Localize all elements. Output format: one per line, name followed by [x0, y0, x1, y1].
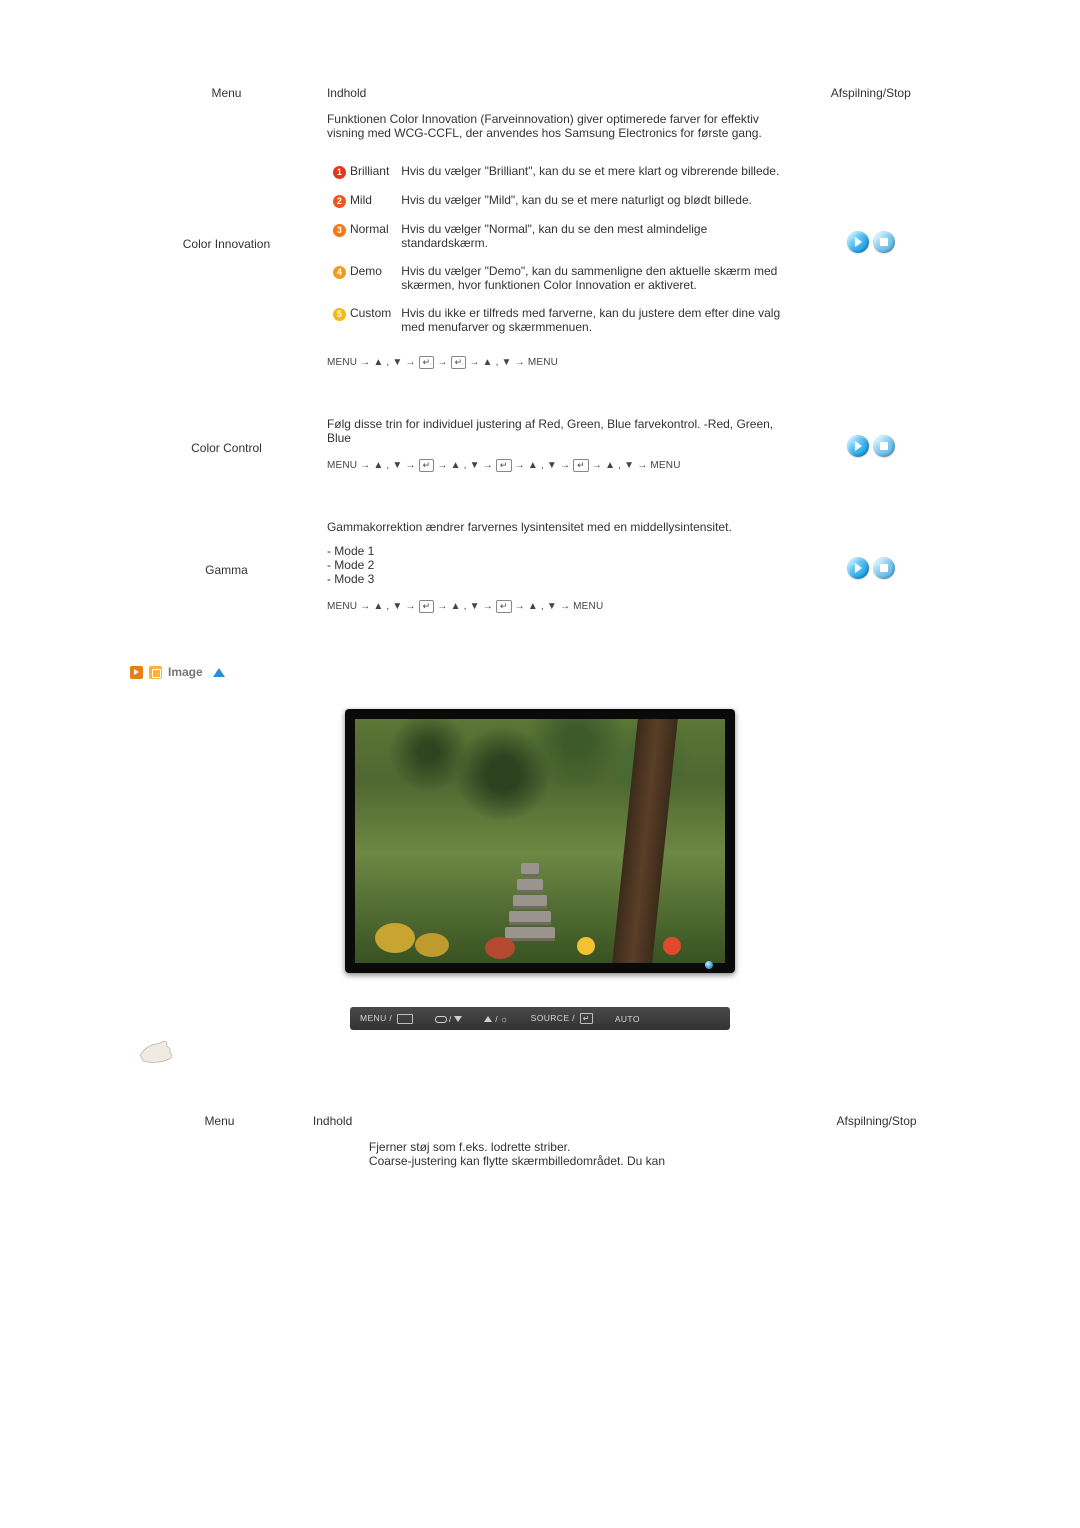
opt-name-demo: Demo	[350, 264, 382, 278]
opt-desc-custom: Hvis du ikke er tilfreds med farverne, k…	[397, 300, 785, 340]
section-box-icon	[149, 666, 162, 679]
triangle-down-icon	[454, 1016, 462, 1022]
enter-key-icon: ↵	[419, 600, 435, 613]
brightness-icon	[498, 1014, 509, 1024]
opt-name-brilliant: Brilliant	[350, 164, 389, 178]
color-innovation-options: 1 Brilliant Hvis du vælger "Brilliant", k…	[327, 156, 788, 342]
gamma-mode-1: - Mode 1	[327, 544, 788, 558]
monitor-button-bar: MENU / / / SOURCE / ↵ AUTO	[350, 1007, 730, 1030]
col-header-content: Indhold	[323, 80, 792, 106]
enter-key-icon: ↵	[419, 459, 435, 472]
row-content-gamma: Gammakorrektion ændrer farvernes lysinte…	[323, 514, 792, 625]
bb-source: SOURCE / ↵	[531, 1013, 593, 1024]
col-header-menu-2: Menu	[130, 1108, 309, 1134]
play-button[interactable]	[847, 231, 869, 253]
bb-auto: AUTO	[615, 1014, 640, 1024]
stop-button[interactable]	[873, 231, 895, 253]
settings-table-image: Menu Indhold Afspilning/Stop Fjerner stø…	[130, 1108, 950, 1174]
row-content-color-control: Følg disse trin for individuel justering…	[323, 411, 792, 484]
col-header-play: Afspilning/Stop	[792, 80, 951, 106]
row-label-gamma: Gamma	[130, 514, 323, 625]
enter-key-icon: ↵	[573, 459, 589, 472]
badge-1-icon: 1	[333, 166, 346, 179]
badge-3-icon: 3	[333, 224, 346, 237]
col-header-play-2: Afspilning/Stop	[803, 1108, 950, 1134]
col-header-menu: Menu	[130, 80, 323, 106]
row-label-color-control: Color Control	[130, 411, 323, 484]
color-innovation-intro: Funktionen Color Innovation (Farveinnova…	[327, 112, 788, 156]
badge-2-icon: 2	[333, 195, 346, 208]
monitor-screen-image	[355, 719, 725, 963]
row-content-color-innovation: Funktionen Color Innovation (Farveinnova…	[323, 106, 792, 381]
row-label-color-innovation: Color Innovation	[130, 106, 323, 381]
badge-5-icon: 5	[333, 308, 346, 321]
opt-name-mild: Mild	[350, 193, 372, 207]
settings-table-color: Menu Indhold Afspilning/Stop Color Innov…	[130, 80, 950, 625]
nav-sequence-color-innovation: MENU → ▲ , ▼ → ↵ → ↵ → ▲ , ▼ → MENU	[327, 356, 788, 369]
document-page: Menu Indhold Afspilning/Stop Color Innov…	[110, 0, 970, 1234]
play-button[interactable]	[847, 557, 869, 579]
opt-desc-brilliant: Hvis du vælger "Brilliant", kan du se et…	[397, 158, 785, 185]
bb-eye-down: /	[435, 1014, 463, 1024]
gamma-text: Gammakorrektion ændrer farvernes lysinte…	[327, 520, 788, 534]
enter-box-icon: ↵	[580, 1013, 593, 1024]
enter-key-icon: ↵	[451, 356, 467, 369]
opt-desc-normal: Hvis du vælger "Normal", kan du se den m…	[397, 216, 785, 256]
triangle-up-icon	[484, 1016, 492, 1022]
nav-sequence-color-control: MENU → ▲ , ▼ → ↵ → ▲ , ▼ → ↵ → ▲ , ▼ → ↵…	[327, 459, 788, 472]
row-content-coarse: Fjerner støj som f.eks. lodrette striber…	[309, 1134, 803, 1174]
stop-button[interactable]	[873, 435, 895, 457]
menu-box-icon	[397, 1014, 413, 1024]
gamma-mode-3: - Mode 3	[327, 572, 788, 586]
stop-button[interactable]	[873, 557, 895, 579]
hand-pointer-icon	[136, 1034, 178, 1068]
play-button[interactable]	[847, 435, 869, 457]
coarse-line-2: Coarse-justering kan flytte skærmbilledo…	[369, 1154, 799, 1168]
collapse-up-icon[interactable]	[213, 668, 225, 677]
opt-desc-demo: Hvis du vælger "Demo", kan du sammenlign…	[397, 258, 785, 298]
bb-menu: MENU /	[360, 1013, 413, 1024]
monitor-power-led-icon	[705, 961, 713, 969]
opt-name-custom: Custom	[350, 306, 391, 320]
enter-key-icon: ↵	[496, 459, 512, 472]
monitor-illustration: MENU / / / SOURCE / ↵ AUTO	[130, 697, 950, 1108]
eye-icon	[435, 1016, 447, 1023]
gamma-mode-2: - Mode 2	[327, 558, 788, 572]
enter-key-icon: ↵	[496, 600, 512, 613]
color-control-text: Følg disse trin for individuel justering…	[327, 417, 788, 445]
opt-name-normal: Normal	[350, 222, 389, 236]
bb-up-sun: /	[484, 1014, 508, 1024]
section-play-icon	[130, 666, 143, 679]
section-title: Image	[168, 665, 203, 679]
coarse-line-1: Fjerner støj som f.eks. lodrette striber…	[369, 1140, 799, 1154]
badge-4-icon: 4	[333, 266, 346, 279]
section-header-image: Image	[130, 665, 950, 679]
nav-sequence-gamma: MENU → ▲ , ▼ → ↵ → ▲ , ▼ → ↵ → ▲ , ▼ → M…	[327, 600, 788, 613]
enter-key-icon: ↵	[419, 356, 435, 369]
col-header-content-2: Indhold	[309, 1108, 803, 1134]
opt-desc-mild: Hvis du vælger "Mild", kan du se et mere…	[397, 187, 785, 214]
